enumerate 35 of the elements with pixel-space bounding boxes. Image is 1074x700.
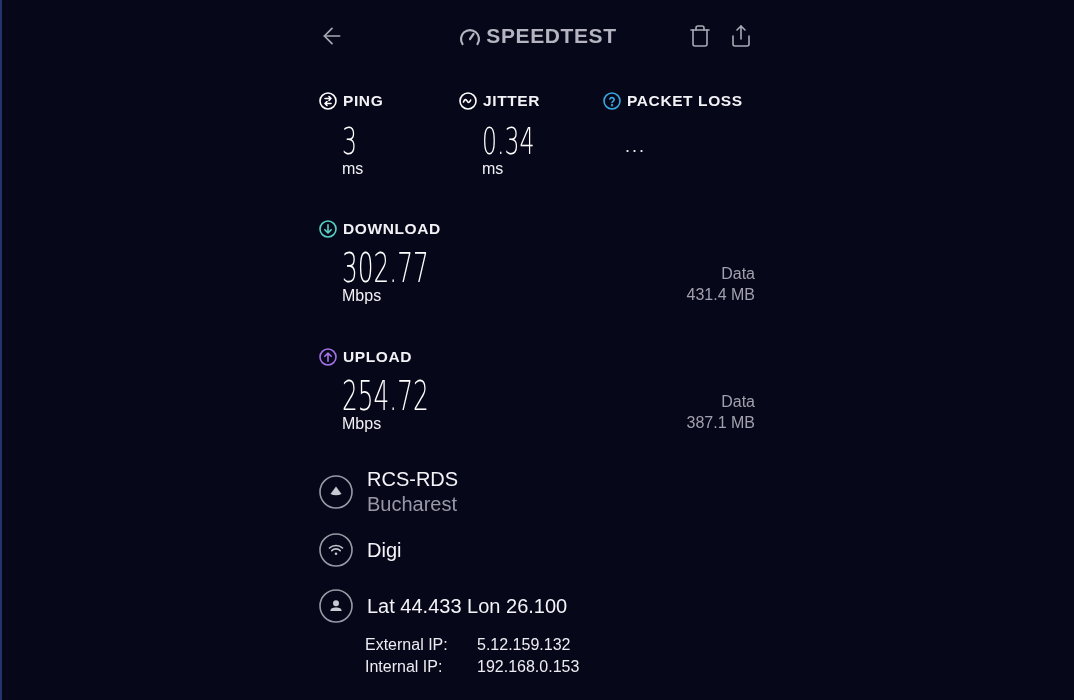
- detail-subtitle: Bucharest: [367, 492, 459, 517]
- server-marker-icon: [319, 475, 353, 509]
- metric-label: PING: [343, 92, 384, 110]
- app-logo-text: SPEEDTEST: [486, 24, 617, 48]
- trash-icon: [688, 24, 712, 48]
- pending-value: ...: [625, 136, 646, 156]
- delete-button[interactable]: [688, 24, 712, 48]
- detail-title: RCS-RDS: [367, 467, 459, 492]
- metric-unit: ms: [482, 160, 504, 178]
- speed-label: DOWNLOAD: [343, 220, 441, 238]
- metric-value: 0.34: [482, 122, 535, 160]
- ip-label: Internal IP:: [365, 657, 444, 677]
- ip-address: 192.168.0.153: [477, 657, 581, 677]
- metric-label: PACKET LOSS: [627, 92, 743, 110]
- share-icon: [729, 24, 753, 48]
- metric-unit: ms: [342, 160, 364, 178]
- data-label: Data: [721, 264, 755, 284]
- ip-label: External IP:: [365, 635, 449, 655]
- metric-value: 3: [342, 122, 357, 160]
- data-label: Data: [721, 392, 755, 412]
- detail-title: Lat 44.433 Lon 26.100: [367, 593, 568, 619]
- gauge-icon: [459, 26, 482, 46]
- speed-unit: Mbps: [342, 415, 382, 433]
- speed-value: 254.72: [342, 376, 429, 416]
- speed-label: UPLOAD: [343, 348, 413, 366]
- speed-unit: Mbps: [342, 287, 382, 305]
- data-amount: 431.4 MB: [686, 285, 755, 305]
- speed-value: 302.77: [342, 248, 429, 288]
- wifi-icon: [319, 533, 353, 567]
- data-amount: 387.1 MB: [686, 413, 755, 433]
- metric-label: JITTER: [483, 92, 540, 110]
- person-icon: [319, 589, 353, 623]
- detail-title: Digi: [367, 537, 402, 563]
- ip-address: 5.12.159.132: [477, 635, 572, 655]
- share-button[interactable]: [729, 24, 753, 48]
